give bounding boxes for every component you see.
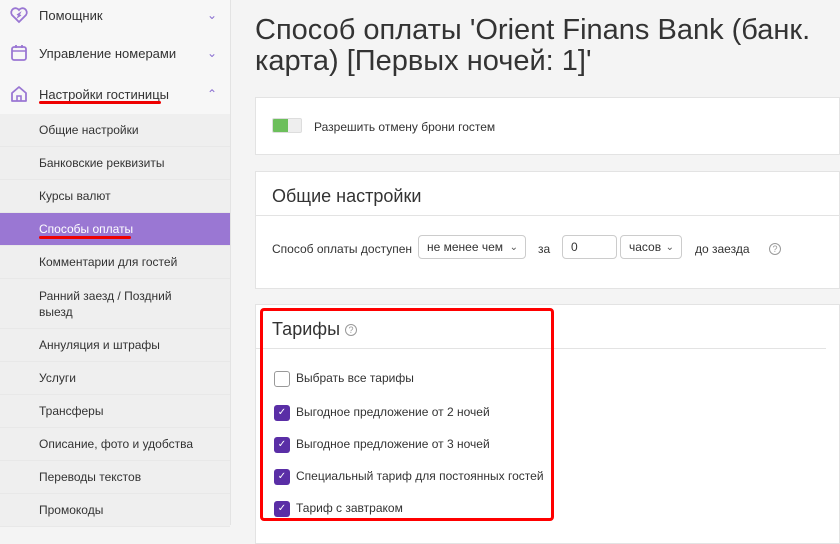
main-content: Способ оплаты 'Orient Finans Bank (банк.… [255,0,840,544]
submenu-item[interactable]: Комментарии для гостей [0,246,230,279]
home-icon [11,86,27,102]
checkbox-label: Выгодное предложение от 2 ночей [296,405,490,419]
sidebar-item-label: Управление номерами [39,45,177,61]
tariffs-card: Тарифы ? Выбрать все тарифы ✓ Выгодное п… [255,304,840,544]
checkbox-label: Тариф с завтраком [296,501,403,515]
za-label: за [538,242,551,256]
submenu-item[interactable]: Банковские реквизиты [0,147,230,180]
tariff-checkbox[interactable]: ✓ [274,437,290,453]
sidebar: Помощник ⌄ Управление номерами ⌄ Настрой… [0,0,231,527]
page-title: Способ оплаты 'Orient Finans Bank (банк.… [255,14,811,77]
submenu: Общие настройки Банковские реквизиты Кур… [0,114,230,527]
submenu-item[interactable]: Описание, фото и удобства [0,428,230,461]
cancel-toggle-card: Разрешить отмену брони гостем [255,97,840,155]
submenu-item[interactable]: Курсы валют [0,180,230,213]
submenu-item[interactable]: Аннуляция и штрафы [0,329,230,362]
chevron-up-icon: ⌃ [207,87,218,101]
tariff-checkbox[interactable]: ✓ [274,501,290,517]
checkbox-label: Выбрать все тарифы [296,371,414,385]
section-title: Общие настройки [256,172,839,216]
condition-select[interactable]: не менее чем ⌄ [418,235,526,259]
hours-input[interactable]: 0 [562,235,617,259]
submenu-item[interactable]: Услуги [0,362,230,395]
calendar-icon [11,45,27,61]
heart-icon [10,7,28,24]
tariff-checkbox[interactable]: ✓ [274,405,290,421]
toggle-label: Разрешить отмену брони гостем [314,120,496,134]
cancel-toggle[interactable] [272,118,302,133]
sidebar-item-assistant[interactable]: Помощник ⌄ [0,0,230,34]
checkbox-label: Специальный тариф для постоянных гостей [296,469,544,483]
unit-select[interactable]: часов ⌄ [620,235,682,259]
submenu-item[interactable]: Ранний заезд / Поздний выезд [0,279,230,329]
submenu-item[interactable]: Промокоды [0,494,230,527]
sidebar-item-rooms[interactable]: Управление номерами ⌄ [0,34,230,72]
select-all-checkbox[interactable] [274,371,290,387]
help-icon[interactable]: ? [769,243,781,255]
sidebar-item-hotel-settings[interactable]: Настройки гостиницы ⌃ [0,75,230,113]
chevron-down-icon: ⌄ [665,241,674,253]
section-title: Тарифы [272,319,341,339]
chevron-down-icon: ⌄ [509,241,518,253]
hours-value: 0 [571,240,578,254]
tariff-checkbox[interactable]: ✓ [274,469,290,485]
checkbox-label: Выгодное предложение от 3 ночей [296,437,490,451]
submenu-item-label: Способы оплаты [39,222,134,236]
sidebar-item-label: Помощник [39,7,103,23]
chevron-down-icon: ⌄ [207,46,218,60]
submenu-item[interactable]: Общие настройки [0,114,230,147]
unit-value: часов [629,240,662,254]
help-icon[interactable]: ? [345,324,358,336]
chevron-down-icon: ⌄ [207,8,218,22]
availability-label: Способ оплаты доступен [272,242,412,256]
red-underline [39,101,161,104]
submenu-item-active[interactable]: Способы оплаты [0,213,230,246]
sidebar-item-label: Настройки гостиницы [39,86,169,102]
submenu-item[interactable]: Трансферы [0,395,230,428]
submenu-item[interactable]: Переводы текстов [0,461,230,494]
red-underline [39,236,131,239]
general-settings-card: Общие настройки Способ оплаты доступен н… [255,171,840,289]
suffix-label: до заезда [695,242,750,256]
condition-value: не менее чем [427,240,504,254]
